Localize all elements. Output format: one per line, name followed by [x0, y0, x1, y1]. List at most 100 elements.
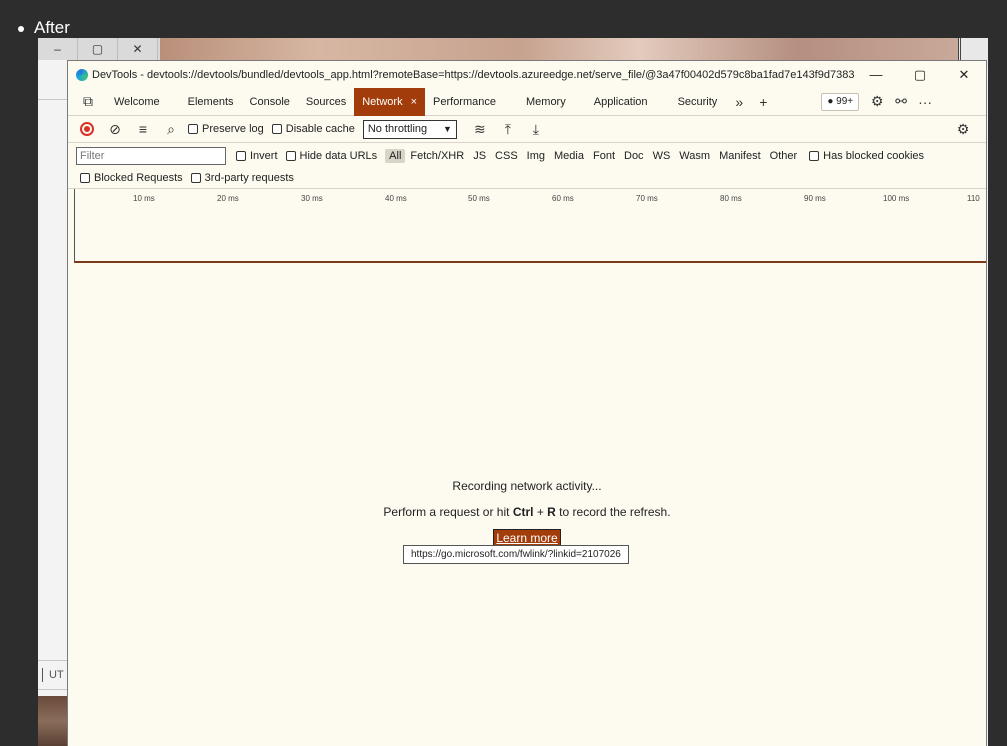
hide-data-urls-box[interactable] — [285, 151, 296, 161]
hint-prefix: Perform a request or hit — [383, 505, 513, 519]
devtools-window: DevTools - devtools://devtools/bundled/d… — [67, 60, 987, 746]
connect-icon[interactable]: ⚯ — [889, 88, 913, 116]
bg-window-pane — [38, 60, 68, 100]
filter-icon[interactable]: ≡ — [132, 121, 154, 137]
devtools-tabbar: ⧉ Welcome Elements Console Sources Netwo… — [68, 87, 986, 116]
record-icon[interactable] — [80, 122, 94, 136]
filter-input[interactable]: Filter — [76, 147, 226, 165]
minimize-button[interactable]: — — [854, 67, 898, 82]
throttling-value: No throttling — [367, 123, 428, 135]
search-icon[interactable]: ⌕ — [160, 121, 182, 138]
bg-window-titlebar: – ▢ ✕ — [38, 38, 160, 60]
download-icon[interactable]: ⤓ — [525, 121, 547, 138]
tab-console[interactable]: Console — [242, 88, 298, 116]
filter-type-ws[interactable]: WS — [649, 149, 675, 163]
recording-message: Recording network activity... — [452, 479, 602, 493]
hint-plus: + — [533, 505, 548, 519]
has-blocked-cookies-box[interactable] — [809, 151, 820, 161]
device-toolbar-icon[interactable]: ⧉ — [76, 88, 100, 116]
hide-data-urls-checkbox[interactable]: Hide data URLs — [285, 150, 378, 162]
blocked-requests-label: Blocked Requests — [94, 171, 183, 184]
clear-icon[interactable]: ⊘ — [104, 121, 126, 138]
tab-memory[interactable]: Memory — [504, 88, 580, 116]
upload-icon[interactable]: ⤒ — [497, 121, 519, 138]
gear-icon[interactable]: ⚙ — [865, 88, 889, 116]
blocked-requests-box[interactable] — [80, 172, 90, 183]
blocked-requests-checkbox[interactable]: Blocked Requests — [80, 172, 183, 184]
filter-type-doc[interactable]: Doc — [620, 149, 648, 163]
disable-cache-label: Disable cache — [285, 123, 355, 135]
filter-type-fetch-xhr[interactable]: Fetch/XHR — [406, 149, 468, 163]
timeline-tick: 100 ms — [883, 194, 910, 203]
tab-welcome[interactable]: Welcome — [100, 88, 174, 116]
third-party-checkbox[interactable]: 3rd-party requests — [190, 171, 294, 184]
tab-security[interactable]: Security — [662, 88, 728, 116]
bg-minimize-button[interactable]: – — [38, 38, 78, 60]
devtools-title: DevTools - devtools://devtools/bundled/d… — [92, 68, 854, 81]
preserve-log-label: Preserve log — [202, 123, 264, 135]
disable-cache-checkbox[interactable]: Disable cache — [271, 123, 355, 135]
issues-icon: ● — [827, 96, 837, 107]
chevron-down-icon: ▼ — [442, 124, 452, 134]
devtools-titlebar: DevTools - devtools://devtools/bundled/d… — [68, 61, 986, 88]
bg-restore-button[interactable]: ▢ — [78, 38, 118, 60]
timeline-tick: 110 — [967, 194, 980, 203]
preserve-log-box[interactable] — [188, 124, 198, 134]
invert-checkbox[interactable]: Invert — [236, 150, 278, 162]
more-menu-icon[interactable]: ··· — [913, 88, 937, 116]
timeline-tick: 40 ms — [385, 194, 407, 203]
timeline-tick: 90 ms — [804, 194, 826, 203]
filter-type-all[interactable]: All — [385, 149, 406, 163]
disable-cache-box[interactable] — [271, 124, 282, 134]
tab-sources[interactable]: Sources — [298, 88, 354, 116]
filter-type-css[interactable]: CSS — [491, 149, 522, 163]
tab-network[interactable]: Network × — [354, 87, 426, 116]
bg-window-image — [160, 38, 958, 60]
filter-bar: Filter Invert Hide data URLs All Fetch/X… — [68, 145, 986, 167]
third-party-label: 3rd-party requests — [204, 171, 294, 184]
tab-application[interactable]: Application — [580, 88, 662, 116]
filter-type-media[interactable]: Media — [550, 149, 588, 163]
bullet-label: After — [34, 18, 70, 37]
filter-type-wasm[interactable]: Wasm — [675, 149, 714, 163]
bg-window-thumbnail — [38, 696, 68, 746]
hint-key-ctrl: Ctrl — [512, 505, 534, 519]
network-conditions-icon[interactable]: ≋ — [469, 121, 491, 138]
third-party-box[interactable] — [190, 172, 201, 183]
filter-type-manifest[interactable]: Manifest — [715, 149, 765, 163]
add-tab-icon[interactable]: + — [751, 88, 775, 116]
invert-box[interactable] — [236, 151, 246, 161]
more-tabs-icon[interactable]: » — [727, 88, 751, 116]
timeline-tick: 50 ms — [468, 194, 490, 203]
hint-key-r: R — [547, 505, 556, 519]
maximize-button[interactable]: ▢ — [898, 67, 942, 83]
timeline-tick: 70 ms — [636, 194, 658, 203]
timeline-tick: 30 ms — [301, 194, 323, 203]
bullet-item: After — [18, 18, 70, 38]
filter-type-other[interactable]: Other — [766, 149, 802, 163]
hint-suffix: to record the refresh. — [555, 505, 671, 519]
filter-bar-secondary: Blocked Requests 3rd-party requests — [68, 167, 986, 189]
tab-performance[interactable]: Performance — [425, 88, 504, 116]
close-button[interactable]: ✕ — [942, 67, 986, 83]
filter-type-js[interactable]: JS — [469, 149, 490, 163]
timeline-tick: 60 ms — [552, 194, 574, 203]
link-tooltip: https://go.microsoft.com/fwlink/?linkid=… — [403, 545, 629, 564]
bg-close-button[interactable]: ✕ — [118, 38, 158, 60]
has-blocked-cookies-checkbox[interactable]: Has blocked cookies — [809, 150, 924, 162]
network-settings-gear-icon[interactable]: ⚙ — [952, 121, 974, 138]
has-blocked-cookies-label: Has blocked cookies — [823, 150, 925, 162]
network-overview-timeline[interactable]: 10 ms 20 ms 30 ms 40 ms 50 ms 60 ms 70 m… — [74, 189, 986, 263]
refresh-hint: Perform a request or hit Ctrl + R to rec… — [68, 505, 986, 519]
filter-type-font[interactable]: Font — [589, 149, 619, 163]
empty-state: Recording network activity... Perform a … — [68, 479, 986, 547]
hide-data-urls-label: Hide data URLs — [299, 150, 378, 162]
issues-badge[interactable]: ● 99+ — [821, 92, 860, 111]
tab-close-icon[interactable]: × — [411, 96, 417, 108]
preserve-log-checkbox[interactable]: Preserve log — [188, 123, 264, 135]
bullet-dot — [18, 25, 24, 32]
tab-elements[interactable]: Elements — [174, 88, 242, 116]
tab-network-label: Network — [362, 95, 403, 108]
throttling-select[interactable]: No throttling ▼ — [362, 119, 457, 139]
filter-type-img[interactable]: Img — [523, 149, 549, 163]
